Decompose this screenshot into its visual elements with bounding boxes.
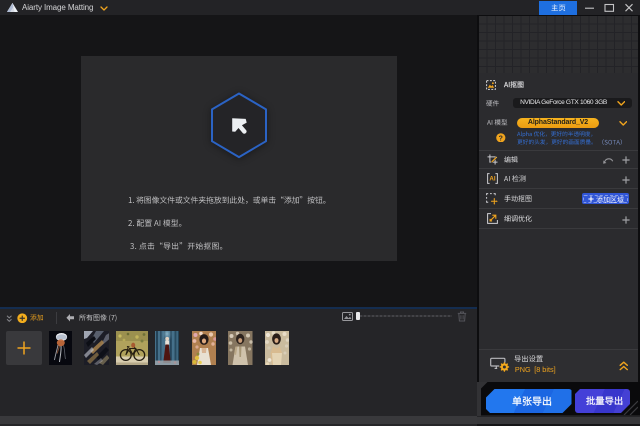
svg-text:?: ?: [499, 135, 503, 142]
svg-text:AI: AI: [489, 176, 495, 183]
